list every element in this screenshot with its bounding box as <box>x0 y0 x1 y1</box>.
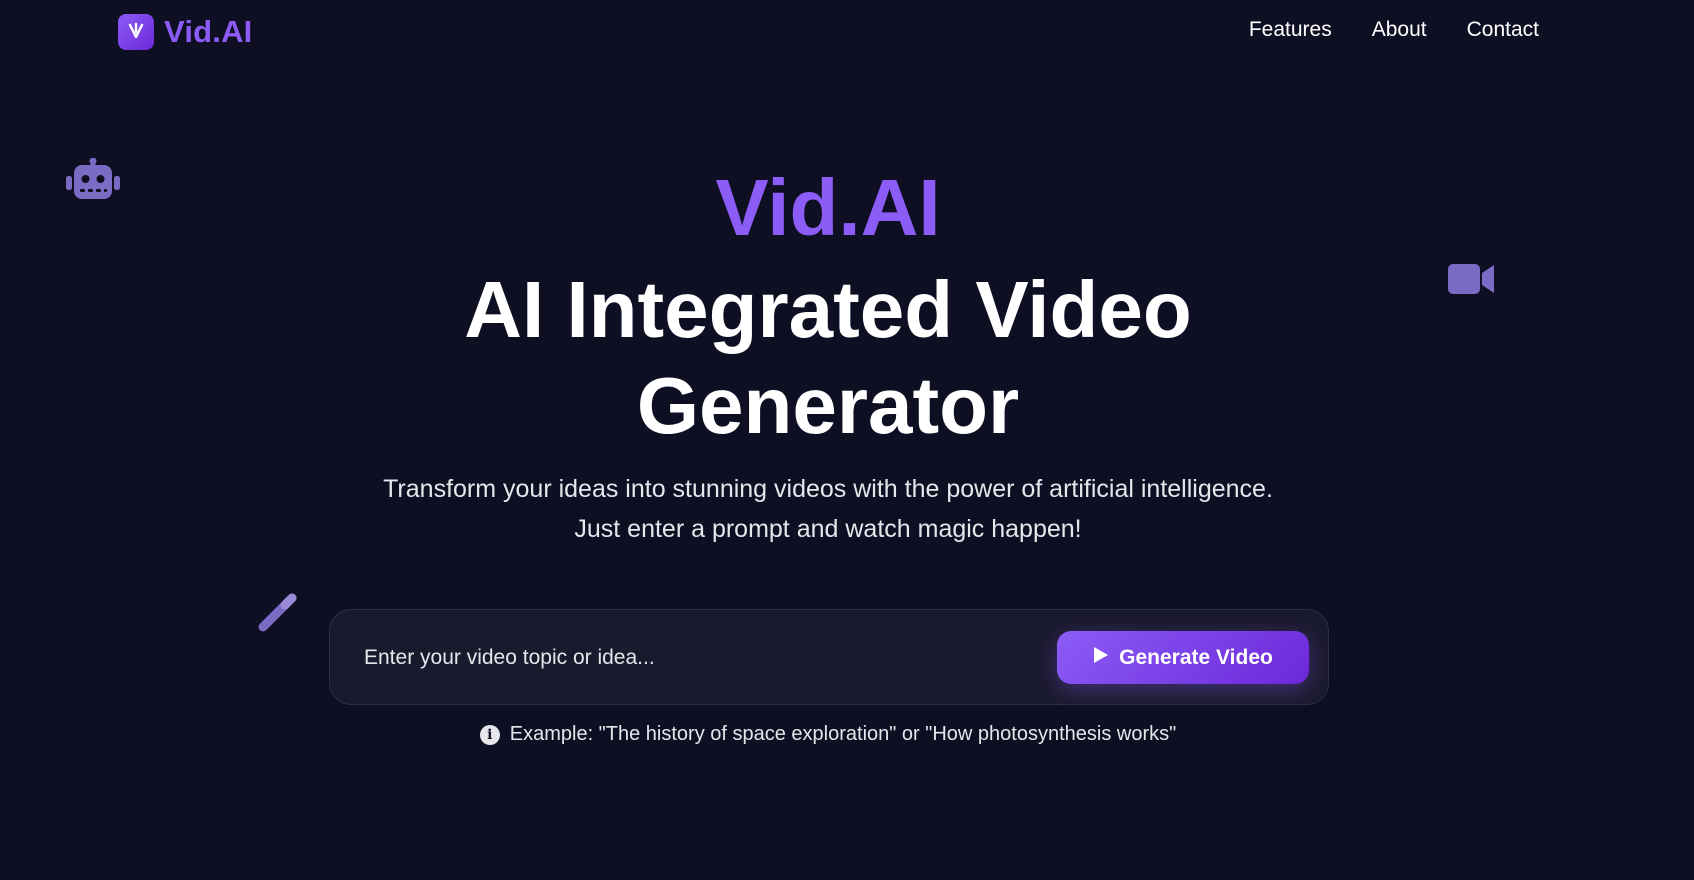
hero-brand: Vid.AI <box>715 163 941 252</box>
nav-link-features[interactable]: Features <box>1249 18 1332 42</box>
nav-links: Features About Contact <box>1249 18 1539 42</box>
example-hint: i Example: "The history of space explora… <box>0 723 1656 746</box>
hero-title-line-2: Generator <box>636 361 1020 450</box>
hero-subtitle-line-2: Just enter a prompt and watch magic happ… <box>574 515 1082 543</box>
hero-subtitle-line-1: Transform your ideas into stunning video… <box>383 475 1273 503</box>
nav-link-contact[interactable]: Contact <box>1467 18 1539 42</box>
hero-subtitle: Transform your ideas into stunning video… <box>0 469 1656 549</box>
logo-icon <box>118 14 154 50</box>
top-nav: Vid.AI Features About Contact <box>0 0 1694 64</box>
brand-logo[interactable]: Vid.AI <box>118 14 252 50</box>
nav-link-about[interactable]: About <box>1372 18 1427 42</box>
generate-video-label: Generate Video <box>1119 645 1273 669</box>
hero-title-line-1: AI Integrated Video <box>464 265 1192 354</box>
magic-wand-icon <box>256 590 300 639</box>
play-icon <box>1093 646 1109 670</box>
generate-video-button[interactable]: Generate Video <box>1057 631 1309 684</box>
brand-name: Vid.AI <box>164 14 253 49</box>
page: Vid.AI Features About Contact Vid.AI AI … <box>0 0 1694 880</box>
info-icon: i <box>479 724 500 745</box>
hero-title: AI Integrated Video Generator <box>0 262 1656 454</box>
prompt-card: Generate Video <box>329 609 1329 705</box>
example-hint-text: Example: "The history of space explorati… <box>509 723 1177 745</box>
video-topic-input[interactable] <box>364 638 1004 678</box>
